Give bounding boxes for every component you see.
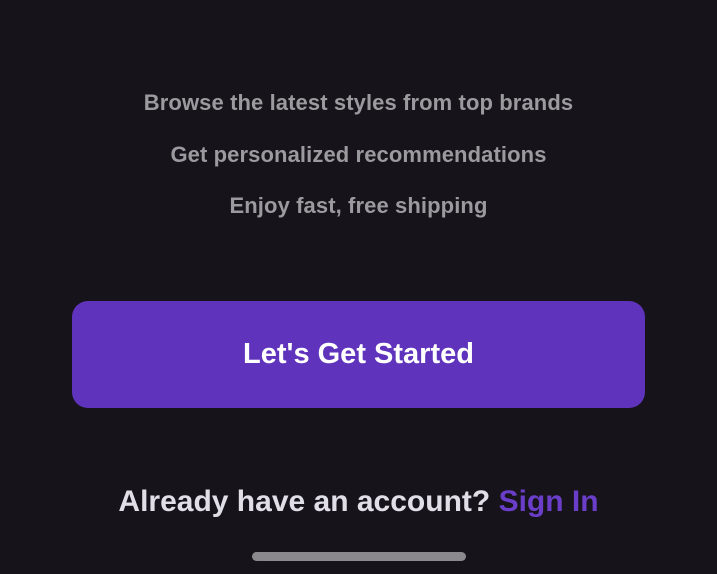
feature-item-recommendations: Get personalized recommendations [170,141,547,167]
feature-item-browse: Browse the latest styles from top brands [143,90,574,115]
home-indicator[interactable] [252,552,466,561]
sign-in-link[interactable]: Sign In [499,485,599,518]
get-started-button[interactable]: Let's Get Started [72,301,645,408]
feature-list: Browse the latest styles from top brands… [0,90,717,245]
signin-prompt: Already have an account? [118,485,491,518]
signin-row: Already have an account? Sign In [0,484,717,520]
onboarding-screen: Browse the latest styles from top brands… [0,0,717,574]
feature-item-shipping: Enjoy fast, free shipping [229,193,488,218]
